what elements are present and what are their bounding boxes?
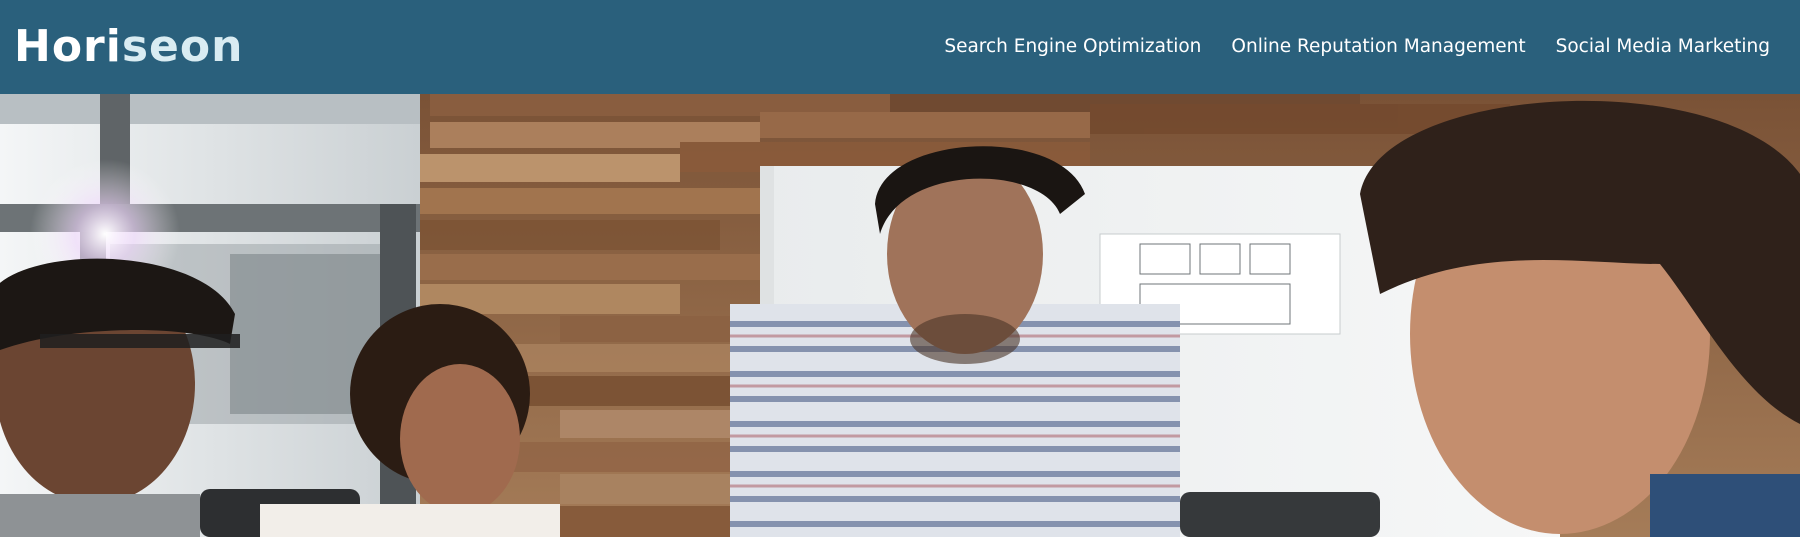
site-logo[interactable]: Horiseon xyxy=(14,25,243,69)
nav-link-reputation[interactable]: Online Reputation Management xyxy=(1231,36,1525,57)
main-nav: Search Engine Optimization Online Reputa… xyxy=(944,36,1770,57)
site-header: Horiseon Search Engine Optimization Onli… xyxy=(0,0,1800,94)
page: Horiseon Search Engine Optimization Onli… xyxy=(0,0,1800,537)
nav-link-social-media[interactable]: Social Media Marketing xyxy=(1556,36,1770,57)
logo-suffix: seon xyxy=(121,21,244,72)
logo-prefix: Hori xyxy=(14,21,122,72)
hero-image xyxy=(0,94,1800,537)
team-meeting-photo xyxy=(0,94,1800,537)
nav-link-seo[interactable]: Search Engine Optimization xyxy=(944,36,1201,57)
